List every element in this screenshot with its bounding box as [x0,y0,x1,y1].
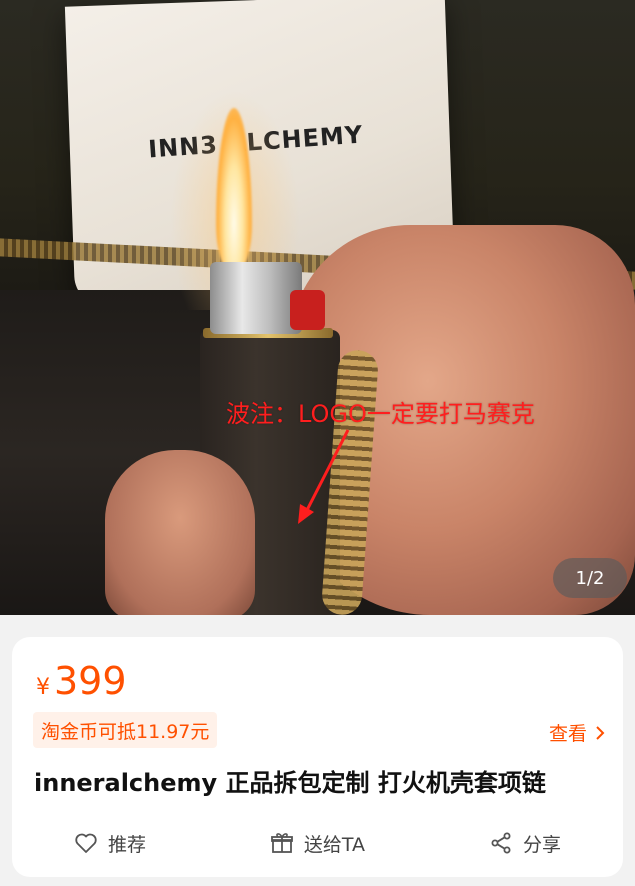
annotation-note: 波注：LOGO一定要打马赛克 [226,400,535,428]
image-page-indicator: 1/2 [553,558,627,598]
annotation-arrow-icon [298,429,350,524]
view-link[interactable]: 查看 [549,719,605,746]
gift-icon [271,833,293,853]
price: ¥ 399 [36,659,127,703]
recommend-button[interactable]: 推荐 [74,830,146,857]
action-bar: 推荐 送给TA 分享 [12,823,623,863]
share-label: 分享 [523,833,562,856]
share-button[interactable]: 分享 [489,830,561,857]
heart-icon [75,833,97,853]
gift-label: 送给TA [303,833,366,856]
thumb [105,450,255,615]
gift-button[interactable]: 送给TA [270,830,365,857]
coin-discount-badge[interactable]: 淘金币可抵11.97元 [33,712,218,748]
price-value: 399 [54,659,127,703]
view-link-label: 查看 [548,723,587,745]
lighter-head [210,262,302,334]
share-icon [491,832,511,854]
product-info-card: ¥ 399 淘金币可抵11.97元 查看 inneralchemy 正品拆包定制… [12,637,623,877]
lighter-button [290,290,325,330]
product-title: inneralchemy 正品拆包定制 打火机壳套项链 [34,769,546,797]
chevron-right-icon [596,725,605,740]
product-photo[interactable]: INN3 ALCHEMY 波注：LOGO一定要打马赛克 1/2 [0,0,635,615]
recommend-label: 推荐 [107,833,146,856]
currency-symbol: ¥ [36,675,50,700]
